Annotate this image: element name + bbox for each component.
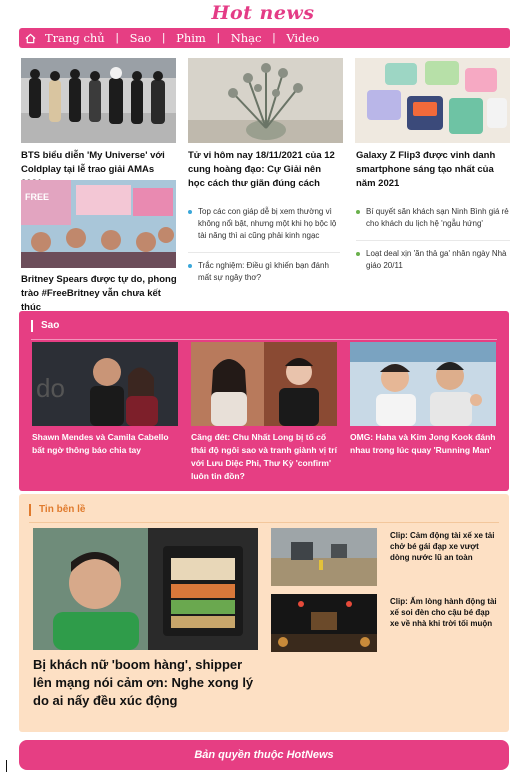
divider xyxy=(356,240,510,241)
tin-main-title[interactable]: Bị khách nữ 'boom hàng', shipper lên mạn… xyxy=(33,656,263,710)
sao-heading[interactable]: Sao xyxy=(31,320,59,332)
tin-main-image[interactable] xyxy=(33,528,258,650)
site-logo[interactable]: Hot news xyxy=(0,2,526,24)
sao-article-image[interactable]: do xyxy=(32,342,178,426)
home-icon[interactable] xyxy=(25,32,37,44)
sao-article-title[interactable]: Shawn Mendes và Camila Cabello bất ngờ t… xyxy=(32,431,178,457)
sao-article-title[interactable]: Căng đét: Chu Nhất Long bị tố cố thái độ… xyxy=(191,431,337,483)
nav-separator: | xyxy=(216,32,220,44)
tin-side-image[interactable] xyxy=(271,528,377,586)
tin-side-image[interactable] xyxy=(271,594,377,652)
divider xyxy=(29,522,499,523)
sao-section: Sao do Shawn Mendes và Camila Cabello bấ… xyxy=(19,311,509,491)
list-item[interactable]: Bí quyết săn khách sạn Ninh Bình giá rẻ … xyxy=(356,206,510,230)
footer-copyright: Bản quyền thuộc HotNews xyxy=(19,740,509,770)
tin-side-title[interactable]: Clip: Ấm lòng hành động tài xế soi đèn c… xyxy=(390,596,500,629)
nav-item-sao[interactable]: Sao xyxy=(130,31,152,45)
galaxy-article-image[interactable] xyxy=(355,58,510,143)
britney-article-title[interactable]: Britney Spears được tự do, phong trào #F… xyxy=(21,273,177,315)
nav-separator: | xyxy=(162,32,166,44)
nav-separator: | xyxy=(272,32,276,44)
list-item[interactable]: Loạt deal xịn 'ăn thả ga' nhân ngày Nhà … xyxy=(356,248,510,272)
nav-item-nhac[interactable]: Nhạc xyxy=(231,31,262,45)
nav-item-phim[interactable]: Phim xyxy=(176,31,206,45)
sao-article-image[interactable] xyxy=(350,342,496,426)
main-nav: Trang chủ | Sao | Phim | Nhạc | Video xyxy=(19,28,510,48)
tuvi-article-image[interactable] xyxy=(188,58,343,143)
bullet-icon xyxy=(188,264,192,268)
tuvi-article-title[interactable]: Tử vi hôm nay 18/11/2021 của 12 cung hoà… xyxy=(188,149,338,191)
divider xyxy=(188,252,340,253)
tin-side-title[interactable]: Clip: Cảm động tài xế xe tải chở bé gái … xyxy=(390,530,500,563)
sao-article-image[interactable] xyxy=(191,342,337,426)
bts-article-image[interactable] xyxy=(21,58,176,143)
sao-article-title[interactable]: OMG: Haha và Kim Jong Kook đánh nhau tro… xyxy=(350,431,496,457)
divider xyxy=(31,339,497,340)
svg-text:FREE: FREE xyxy=(25,192,49,202)
bullet-icon xyxy=(356,252,360,256)
nav-item-home[interactable]: Trang chủ xyxy=(45,31,105,45)
bullet-icon xyxy=(356,210,360,214)
galaxy-article-title[interactable]: Galaxy Z Flip3 được vinh danh smartphone… xyxy=(356,149,510,191)
list-item[interactable]: Top các con giáp dễ bị xem thường vì khô… xyxy=(188,206,340,242)
list-item[interactable]: Trắc nghiệm: Điều gì khiến bạn đánh mất … xyxy=(188,260,340,284)
tin-ben-le-heading[interactable]: Tin bên lề xyxy=(29,504,86,516)
nav-item-video[interactable]: Video xyxy=(286,31,319,45)
nav-separator: | xyxy=(115,32,119,44)
text-cursor xyxy=(6,760,7,772)
bullet-icon xyxy=(188,210,192,214)
britney-article-image[interactable]: FREE xyxy=(21,180,176,268)
tin-ben-le-section: Tin bên lề Bị khách nữ 'boom hàng', ship… xyxy=(19,494,509,732)
svg-text:do: do xyxy=(36,373,65,403)
